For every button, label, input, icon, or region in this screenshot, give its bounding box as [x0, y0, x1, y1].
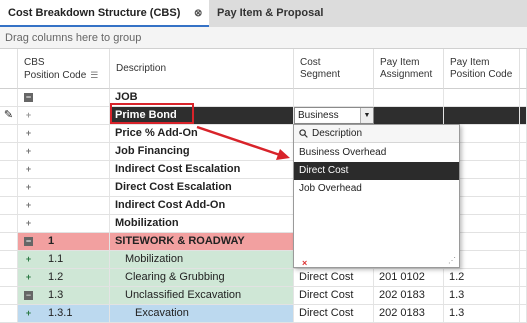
option-direct-cost[interactable]: Direct Cost [294, 162, 459, 180]
search-icon [299, 129, 308, 138]
clear-icon[interactable]: × [302, 258, 307, 268]
resize-grip-icon[interactable]: ⋰ [448, 256, 456, 265]
cost-segment-dropdown[interactable]: Business Over… ▼ [294, 107, 374, 136]
option-job-overhead[interactable]: Job Overhead [294, 180, 459, 198]
chevron-down-icon[interactable]: ▼ [360, 108, 373, 123]
popup-header[interactable]: Description [294, 125, 459, 143]
cost-segment-popup: Description Business Overhead Direct Cos… [293, 124, 460, 268]
popup-header-label: Description [312, 128, 363, 139]
option-business-overhead[interactable]: Business Overhead [294, 144, 459, 162]
